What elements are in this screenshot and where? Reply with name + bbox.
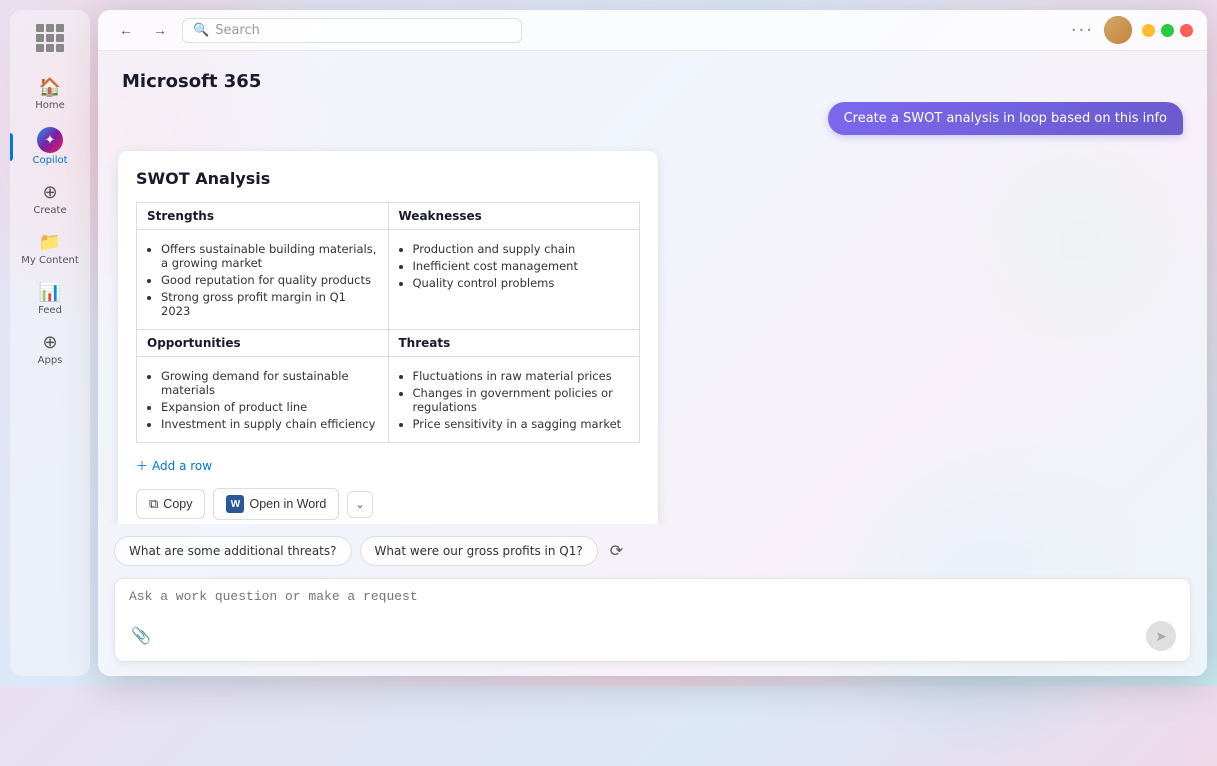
strengths-header: Strengths: [137, 203, 389, 230]
suggestion-chip-1[interactable]: What were our gross profits in Q1?: [360, 536, 598, 566]
apps-icon: ⊕: [42, 332, 57, 353]
sidebar-label-create: Create: [33, 205, 66, 216]
app-title: Microsoft 365: [98, 67, 1207, 102]
search-placeholder: Search: [215, 23, 260, 38]
add-row-link[interactable]: ＋ Add a row: [136, 453, 640, 478]
search-icon: 🔍: [193, 23, 209, 38]
sidebar-label-copilot: Copilot: [32, 155, 67, 166]
user-message: Create a SWOT analysis in loop based on …: [828, 102, 1183, 135]
attach-button[interactable]: 📎: [129, 624, 153, 648]
sidebar-item-create[interactable]: ⊕ Create: [10, 175, 90, 223]
chat-panel: Microsoft 365 Create a SWOT analysis in …: [98, 51, 1207, 676]
forward-button[interactable]: →: [146, 16, 174, 44]
sidebar-item-my-content[interactable]: 📁 My Content: [10, 225, 90, 273]
refresh-suggestions-button[interactable]: ⟳: [606, 536, 627, 566]
list-item: Offers sustainable building materials, a…: [161, 242, 378, 270]
search-bar[interactable]: 🔍 Search: [182, 18, 522, 43]
word-icon: W: [226, 495, 244, 513]
titlebar: ← → 🔍 Search ···: [98, 10, 1207, 51]
list-item: Production and supply chain: [413, 242, 630, 256]
sidebar-item-feed[interactable]: 📊 Feed: [10, 275, 90, 323]
weaknesses-header: Weaknesses: [388, 203, 640, 230]
list-item: Fluctuations in raw material prices: [413, 369, 630, 383]
list-item: Expansion of product line: [161, 400, 378, 414]
list-item: Good reputation for quality products: [161, 273, 378, 287]
opportunities-header: Opportunities: [137, 330, 389, 357]
nav-controls: ← →: [112, 16, 174, 44]
apps-grid-icon: [36, 24, 64, 52]
list-item: Quality control problems: [413, 276, 630, 290]
threats-header: Threats: [388, 330, 640, 357]
list-item: Changes in government policies or regula…: [413, 386, 630, 414]
sidebar-label-home: Home: [35, 100, 65, 111]
send-icon: ➤: [1155, 628, 1167, 645]
feed-icon: 📊: [39, 282, 61, 303]
action-bar: ⧉ Copy W Open in Word ⌄: [136, 488, 640, 520]
add-row-label: Add a row: [152, 459, 212, 473]
sidebar-label-my-content: My Content: [21, 255, 79, 266]
open-in-word-button[interactable]: W Open in Word: [213, 488, 339, 520]
back-button[interactable]: ←: [112, 16, 140, 44]
home-icon: 🏠: [39, 77, 61, 98]
sidebar-item-home[interactable]: 🏠 Home: [10, 70, 90, 118]
input-actions: 📎 ➤: [129, 621, 1176, 651]
open-word-chevron[interactable]: ⌄: [347, 491, 372, 518]
copy-button[interactable]: ⧉ Copy: [136, 489, 205, 519]
swot-table: Strengths Weaknesses Offers sustainable …: [136, 202, 640, 443]
titlebar-right: ···: [1071, 16, 1193, 44]
more-options-icon[interactable]: ···: [1071, 20, 1094, 41]
sidebar-label-apps: Apps: [38, 355, 63, 366]
weaknesses-cell: Production and supply chain Inefficient …: [388, 230, 640, 330]
avatar[interactable]: [1104, 16, 1132, 44]
minimize-button[interactable]: [1142, 24, 1155, 37]
open-in-word-label: Open in Word: [249, 497, 326, 511]
my-content-icon: 📁: [39, 232, 61, 253]
send-button[interactable]: ➤: [1146, 621, 1176, 651]
main-content: Microsoft 365 Create a SWOT analysis in …: [98, 51, 1207, 676]
swot-title: SWOT Analysis: [136, 169, 640, 188]
list-item: Price sensitivity in a sagging market: [413, 417, 630, 431]
chat-messages: Create a SWOT analysis in loop based on …: [98, 102, 1207, 524]
sidebar-item-copilot[interactable]: ✦ Copilot: [10, 120, 90, 173]
input-area: 📎 ➤: [114, 578, 1191, 662]
threats-cell: Fluctuations in raw material prices Chan…: [388, 357, 640, 443]
copy-icon: ⧉: [149, 496, 158, 512]
opportunities-cell: Growing demand for sustainable materials…: [137, 357, 389, 443]
ai-response-card: SWOT Analysis Strengths Weaknesses Offer…: [118, 151, 658, 524]
suggestion-chip-0[interactable]: What are some additional threats?: [114, 536, 352, 566]
list-item: Investment in supply chain efficiency: [161, 417, 378, 431]
create-icon: ⊕: [42, 182, 57, 203]
copilot-icon: ✦: [37, 127, 63, 153]
copy-label: Copy: [163, 497, 192, 511]
maximize-button[interactable]: [1161, 24, 1174, 37]
list-item: Strong gross profit margin in Q1 2023: [161, 290, 378, 318]
sidebar-label-feed: Feed: [38, 305, 62, 316]
list-item: Growing demand for sustainable materials: [161, 369, 378, 397]
suggestions-row: What are some additional threats? What w…: [98, 524, 1207, 578]
add-icon: ＋: [136, 457, 148, 474]
chat-input[interactable]: [129, 589, 1176, 611]
strengths-cell: Offers sustainable building materials, a…: [137, 230, 389, 330]
sidebar-item-apps[interactable]: ⊕ Apps: [10, 325, 90, 373]
window-controls: [1142, 24, 1193, 37]
close-button[interactable]: [1180, 24, 1193, 37]
list-item: Inefficient cost management: [413, 259, 630, 273]
